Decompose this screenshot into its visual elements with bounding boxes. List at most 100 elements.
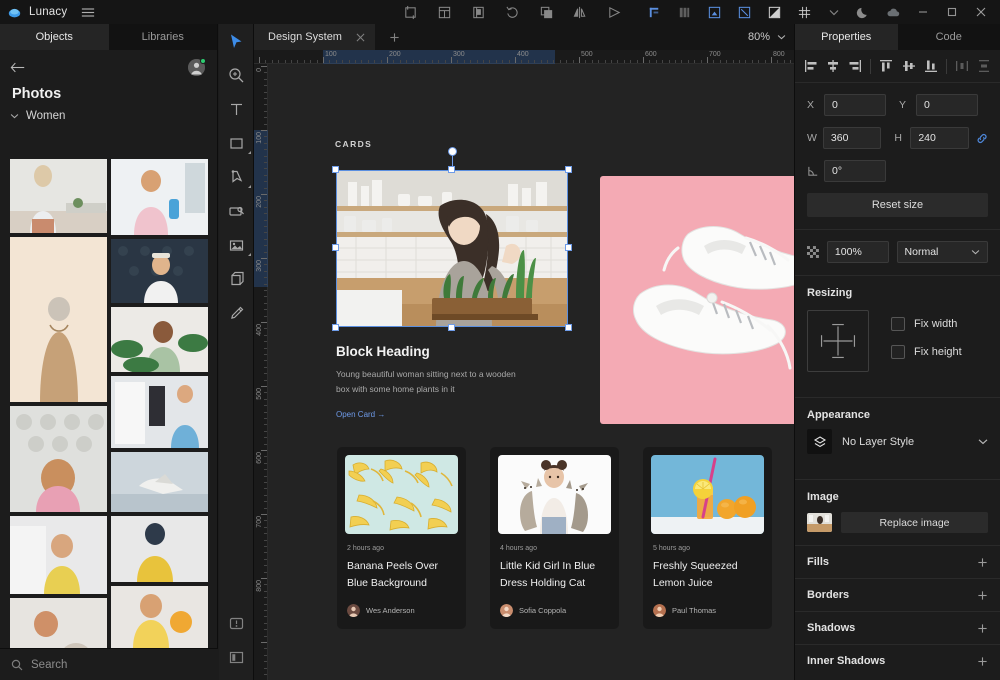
align-left-icon[interactable] [801, 55, 821, 77]
fix-width-option[interactable]: Fix width [891, 317, 962, 331]
toggle-panels-tool[interactable] [219, 640, 254, 674]
tab-objects[interactable]: Objects [0, 24, 109, 50]
list-item[interactable] [111, 239, 208, 303]
section-borders[interactable]: Borders [795, 578, 1000, 611]
list-item[interactable] [10, 516, 107, 594]
close-icon[interactable] [356, 33, 365, 42]
text-tool[interactable] [219, 92, 254, 126]
gradient-icon[interactable] [767, 5, 782, 20]
artboard[interactable]: CARDS Block Heading Young beautiful woma… [268, 64, 794, 680]
cursor-tool[interactable] [219, 24, 254, 58]
section-fills[interactable]: Fills [795, 545, 1000, 578]
avatar[interactable] [188, 57, 206, 76]
resize-handle-s[interactable] [448, 324, 455, 331]
zoom-tool[interactable] [219, 58, 254, 92]
union-icon[interactable] [539, 5, 554, 20]
tab-libraries[interactable]: Libraries [109, 24, 218, 50]
resize-handle-nw[interactable] [332, 166, 339, 173]
resize-handle-w[interactable] [332, 244, 339, 251]
grid-icon[interactable] [797, 5, 812, 20]
resize-handle-n[interactable] [448, 166, 455, 173]
layout-grid-icon[interactable] [677, 5, 692, 20]
vector-snap-icon[interactable] [737, 5, 752, 20]
pencil-tool[interactable] [219, 296, 254, 330]
dark-mode-icon[interactable] [856, 5, 871, 20]
comment-tool[interactable] [219, 606, 254, 640]
play-preview-icon[interactable] [607, 5, 622, 20]
width-field[interactable]: 360 [822, 127, 882, 149]
slice-tool[interactable] [219, 194, 254, 228]
list-item[interactable] [10, 159, 107, 233]
resize-handle-sw[interactable] [332, 324, 339, 331]
plus-icon[interactable] [977, 590, 988, 601]
align-right-icon[interactable] [845, 55, 865, 77]
resize-handle-se[interactable] [565, 324, 572, 331]
list-item[interactable] [10, 237, 107, 402]
close-button[interactable] [974, 5, 988, 19]
search-input[interactable]: Search [0, 648, 218, 680]
link-ratio-icon[interactable] [976, 132, 988, 145]
align-top-icon[interactable] [876, 55, 896, 77]
cloud-icon[interactable] [886, 5, 901, 20]
resize-handle-ne[interactable] [565, 166, 572, 173]
distribute-vertical-icon[interactable] [974, 55, 994, 77]
ruler-horizontal[interactable]: 100 200 300 400 500 600 700 800 [254, 50, 794, 64]
fix-height-checkbox[interactable] [891, 345, 905, 359]
height-field[interactable]: 240 [910, 127, 969, 149]
section-inner-shadows[interactable]: Inner Shadows [795, 644, 1000, 677]
align-guides-icon[interactable] [647, 5, 662, 20]
plus-icon[interactable] [977, 656, 988, 667]
mask-icon[interactable] [471, 5, 486, 20]
list-item[interactable] [111, 376, 208, 448]
minimize-button[interactable] [916, 5, 930, 19]
rotation-handle[interactable] [448, 147, 457, 156]
document-tab[interactable]: Design System [254, 24, 375, 50]
crop-icon[interactable] [403, 5, 418, 20]
list-item[interactable]: 5 hours ago Freshly Squeezed Lemon Juice… [643, 447, 772, 629]
list-item[interactable] [10, 406, 107, 512]
selected-image-thumbnail[interactable] [807, 513, 832, 532]
new-tab-icon[interactable] [389, 32, 400, 43]
fix-width-checkbox[interactable] [891, 317, 905, 331]
section-shadows[interactable]: Shadows [795, 611, 1000, 644]
fix-height-option[interactable]: Fix height [891, 345, 962, 359]
artboard-icon[interactable] [437, 5, 452, 20]
pen-tool[interactable] [219, 160, 254, 194]
x-field[interactable]: 0 [824, 94, 886, 116]
banana-peel-pattern-photo[interactable] [345, 455, 458, 534]
plus-icon[interactable] [977, 623, 988, 634]
opacity-field[interactable]: 100% [826, 241, 889, 263]
list-item[interactable] [111, 516, 208, 582]
back-arrow-icon[interactable] [10, 61, 26, 74]
tab-code[interactable]: Code [898, 24, 1000, 50]
rotation-field[interactable]: 0° [824, 160, 886, 182]
list-item[interactable] [111, 452, 208, 512]
maximize-button[interactable] [945, 5, 959, 19]
align-middle-vertical-icon[interactable] [898, 55, 918, 77]
ruler-vertical[interactable]: 0 100 200 300 400 500 600 700 800 [254, 64, 268, 680]
image-tool[interactable] [219, 228, 254, 262]
list-item[interactable] [111, 159, 208, 235]
rotate-copy-icon[interactable] [505, 5, 520, 20]
list-item[interactable] [111, 586, 208, 648]
lemon-juice-photo[interactable] [651, 455, 764, 534]
flip-horizontal-icon[interactable] [573, 5, 588, 20]
distribute-horizontal-icon[interactable] [952, 55, 972, 77]
list-item[interactable]: 2 hours ago Banana Peels Over Blue Backg… [337, 447, 466, 629]
rectangle-tool[interactable] [219, 126, 254, 160]
chevron-down-icon[interactable] [827, 5, 841, 19]
artboard-tool[interactable] [219, 262, 254, 296]
plus-icon[interactable] [977, 557, 988, 568]
resize-constraints-icon[interactable] [807, 310, 869, 372]
reset-size-button[interactable]: Reset size [807, 193, 988, 217]
align-center-horizontal-icon[interactable] [823, 55, 843, 77]
open-card-link[interactable]: Open Card → [336, 410, 385, 419]
tab-properties[interactable]: Properties [795, 24, 898, 50]
pixel-preview-icon[interactable] [707, 5, 722, 20]
layer-style-select[interactable]: No Layer Style [795, 421, 1000, 467]
resize-handle-e[interactable] [565, 244, 572, 251]
align-bottom-icon[interactable] [921, 55, 941, 77]
hamburger-icon[interactable] [81, 7, 95, 18]
list-item[interactable] [111, 307, 208, 372]
replace-image-button[interactable]: Replace image [841, 512, 988, 533]
